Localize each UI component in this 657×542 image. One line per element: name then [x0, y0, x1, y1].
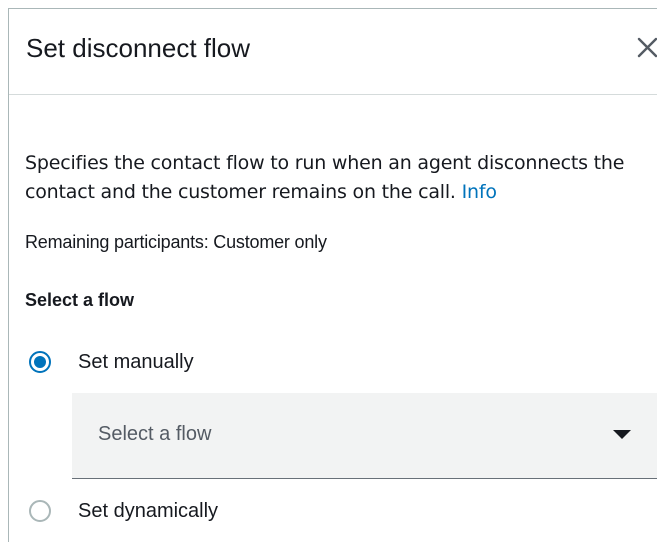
remaining-participants: Remaining participants: Customer only — [25, 232, 327, 252]
radio-set-manually[interactable]: Set manually — [29, 347, 194, 377]
radio-label-set-manually: Set manually — [78, 350, 194, 373]
panel-title: Set disconnect flow — [26, 33, 251, 63]
flow-select-dropdown[interactable]: Select a flow — [72, 393, 657, 479]
radio-label-set-dynamically: Set dynamically — [78, 499, 219, 522]
disconnect-flow-panel: Set disconnect flow Specifies the contac… — [8, 8, 657, 542]
description-text: Specifies the contact flow to run when a… — [25, 152, 625, 203]
radio-button-unchecked[interactable] — [29, 500, 51, 522]
flow-select-placeholder: Select a flow — [98, 423, 212, 445]
radio-set-dynamically[interactable]: Set dynamically — [29, 496, 218, 526]
close-icon — [637, 37, 657, 58]
panel-header: Set disconnect flow — [9, 9, 657, 95]
radio-button-checked[interactable] — [29, 351, 51, 373]
info-link[interactable]: Info — [462, 181, 497, 203]
close-button[interactable] — [634, 34, 657, 62]
caret-down-icon — [613, 430, 631, 439]
select-flow-label: Select a flow — [25, 290, 135, 310]
panel-description: Specifies the contact flow to run when a… — [25, 149, 655, 207]
